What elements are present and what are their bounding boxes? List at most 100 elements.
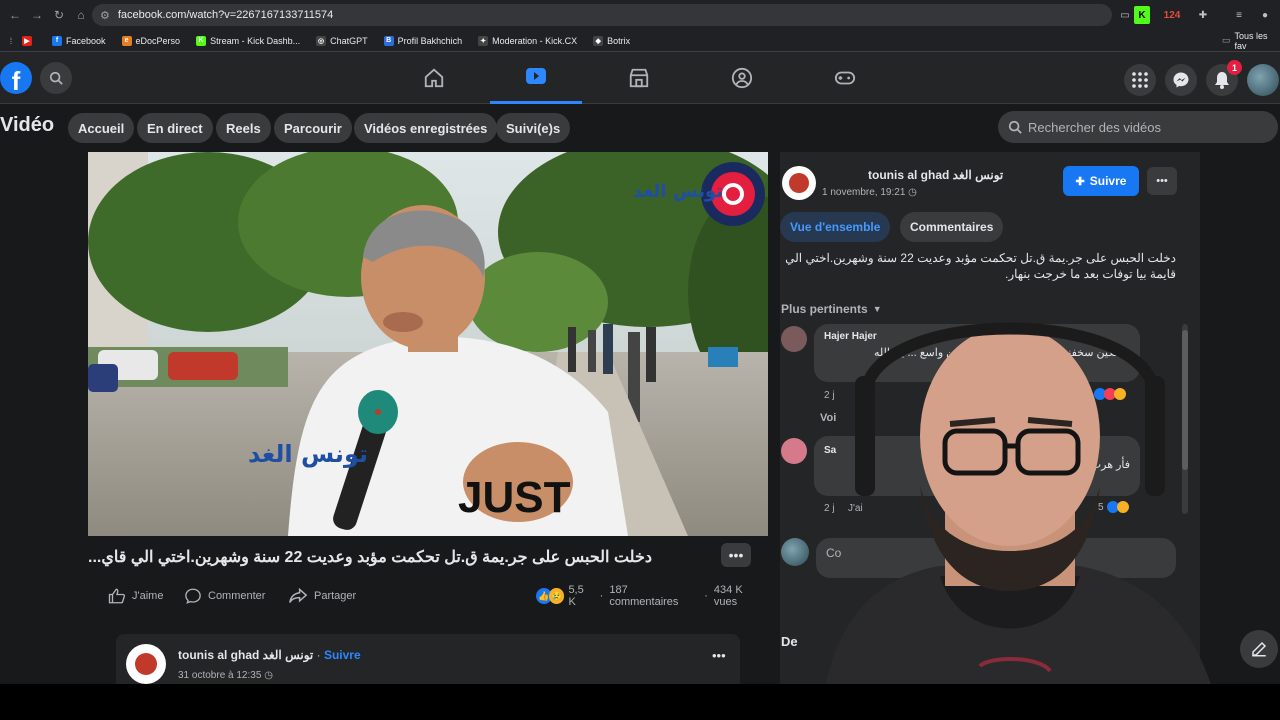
extensions-icon[interactable]: ✚ <box>1196 6 1210 24</box>
page-avatar[interactable] <box>782 166 816 200</box>
search-icon[interactable] <box>40 62 72 94</box>
messenger-icon[interactable] <box>1165 64 1197 96</box>
tab-accueil[interactable]: Accueil <box>68 113 135 143</box>
panel-date-line: 1 novembre, 19:21 ◷ <box>822 187 917 198</box>
bookmark-item[interactable]: e eDocPerso <box>121 35 180 46</box>
bookmark-item[interactable]: f Facebook <box>52 35 106 46</box>
facebook-logo[interactable]: f <box>0 62 32 94</box>
home-icon[interactable]: ⌂ <box>70 8 92 22</box>
shirt-text: JUST <box>458 473 571 522</box>
streamer-webcam-image <box>820 322 1220 720</box>
edit-icon <box>1252 641 1267 657</box>
bookmark-favicon-icon: K <box>196 35 207 46</box>
bookmark-item[interactable]: ◆ Botrix <box>593 35 631 46</box>
page-avatar[interactable] <box>126 644 166 684</box>
video-actions: J'aime Commenter Partager 👍 😢 5,5 K · 18… <box>88 584 768 608</box>
follow-button-label: Suivre <box>1089 174 1127 188</box>
tab-search-icon[interactable]: ≡ <box>1232 6 1246 24</box>
other-bookmarks[interactable]: ▭ Tous les fav <box>1222 31 1280 51</box>
bookmark-item[interactable]: K Stream - Kick Dashb... <box>196 35 301 46</box>
comment-button[interactable]: Commenter <box>184 584 265 608</box>
cast-icon[interactable]: ▭ <box>1118 6 1132 24</box>
comment-label: Commenter <box>208 590 266 602</box>
panel-more-button[interactable]: ••• <box>1147 167 1177 195</box>
video-search-placeholder: Rechercher des vidéos <box>1028 119 1161 135</box>
follow-link[interactable]: Suivre <box>324 648 361 662</box>
bookmark-favicon-icon: e <box>121 35 132 46</box>
sort-dropdown[interactable]: Plus pertinents ▼ <box>781 302 882 316</box>
other-bookmarks-label: Tous les fav <box>1234 30 1268 51</box>
video-player[interactable]: JUST تونس الغد تونس الغد <box>88 152 768 536</box>
video-watermark-text: تونس الغد <box>248 440 368 468</box>
sort-label: Plus pertinents <box>781 302 868 316</box>
forward-icon[interactable]: → <box>26 8 48 22</box>
bookmark-item[interactable]: B Profil Bakhchich <box>383 35 463 46</box>
menu-grid-icon[interactable] <box>1124 64 1156 96</box>
bookmark-item[interactable]: ◎ ChatGPT <box>316 35 368 46</box>
tab-reels[interactable]: Reels <box>216 113 271 143</box>
profile-chrome-icon[interactable]: ● <box>1258 6 1272 24</box>
groups-nav-icon[interactable] <box>696 52 788 104</box>
notifications-icon[interactable]: 1 <box>1206 60 1242 96</box>
panel-author[interactable]: tounis al ghad تونس الغد <box>868 168 1003 182</box>
video-frame: JUST تونس الغد تونس الغد <box>88 152 768 536</box>
bookmark-label: Profil Bakhchich <box>397 35 463 46</box>
separator-dot: · <box>599 590 604 602</box>
bookmark-favicon-icon: ◎ <box>316 35 327 46</box>
back-icon[interactable]: ← <box>4 8 26 22</box>
bookmark-item[interactable]: ✦ Moderation - Kick.CX <box>478 35 577 46</box>
reload-icon[interactable]: ↻ <box>48 8 70 22</box>
watch-nav-icon[interactable] <box>490 52 582 104</box>
tab-suivies[interactable]: Suivi(e)s <box>496 113 571 143</box>
follow-button[interactable]: ✚ Suivre <box>1063 166 1139 196</box>
tab-comments[interactable]: Commentaires <box>900 212 1004 242</box>
sad-reaction-icon: 😢 <box>548 588 565 604</box>
youtube-icon: ▶ <box>22 35 32 46</box>
chevron-down-icon: ▼ <box>872 304 882 314</box>
tab-parcourir[interactable]: Parcourir <box>274 113 352 143</box>
post-date[interactable]: 31 octobre à 12:35 <box>178 670 261 681</box>
bookmark-favicon-icon: ◆ <box>593 35 604 46</box>
screen-bottom-strip <box>0 684 1280 720</box>
separator-dot: · <box>704 590 708 602</box>
marketplace-nav-icon[interactable] <box>593 52 685 104</box>
globe-icon: ◷ <box>264 670 273 681</box>
panel-date[interactable]: 1 novembre, 19:21 <box>822 187 905 198</box>
comment-icon <box>185 588 201 604</box>
bookmark-label: Stream - Kick Dashb... <box>210 35 301 46</box>
bookmark-label: Botrix <box>607 35 631 46</box>
notification-count-badge: 1 <box>1227 60 1242 75</box>
address-bar[interactable]: ⚙ facebook.com/watch?v=2267167133711574 <box>92 4 1112 26</box>
tab-en-direct[interactable]: En direct <box>137 113 213 143</box>
post-author[interactable]: tounis al ghad تونس الغد <box>178 648 313 662</box>
tab-videos-enregistrees[interactable]: Vidéos enregistrées <box>354 113 498 143</box>
home-nav-icon[interactable] <box>388 52 480 104</box>
video-title: دخلت الحبس على جر.يمة ق.تل تحكمت مؤبد وع… <box>88 549 652 566</box>
comments-count[interactable]: 187 commentaires <box>609 584 698 608</box>
more-options-button[interactable]: ••• <box>721 543 751 567</box>
bookmark-label: Facebook <box>66 35 106 46</box>
like-button[interactable]: J'aime <box>108 584 163 608</box>
search-icon <box>1008 120 1022 134</box>
facebook-top-nav: f 1 <box>0 52 1280 104</box>
reactions-summary[interactable]: 👍 😢 5,5 K · 187 commentaires · 434 K vue… <box>536 584 768 608</box>
kick-extension-icon[interactable]: K <box>1134 6 1150 24</box>
bookmark-favicon-icon: f <box>52 35 62 46</box>
video-search-input[interactable]: Rechercher des vidéos <box>998 111 1278 143</box>
bookmark-youtube[interactable]: ▶ <box>22 35 36 46</box>
channel-logo-text: تونس الغد <box>633 181 723 202</box>
apps-icon[interactable]: ⁞ <box>0 36 22 46</box>
site-info-icon[interactable]: ⚙ <box>100 9 110 22</box>
post-date-line: 31 octobre à 12:35 ◷ <box>178 670 273 681</box>
new-message-button[interactable] <box>1240 630 1278 668</box>
separator-dot: · <box>316 648 324 662</box>
browser-toolbar: ← → ↻ ⌂ ⚙ facebook.com/watch?v=226716713… <box>0 0 1280 30</box>
post-options-icon[interactable]: ••• <box>712 648 726 663</box>
tab-overview[interactable]: Vue d'ensemble <box>780 212 891 242</box>
gaming-nav-icon[interactable] <box>799 52 891 104</box>
next-video-post: tounis al ghad تونس الغد · Suivre 31 oct… <box>116 634 740 684</box>
account-avatar[interactable] <box>1247 64 1279 96</box>
share-button[interactable]: Partager <box>288 584 356 608</box>
extension-counter[interactable]: 124 <box>1154 6 1190 24</box>
video-post: JUST تونس الغد تونس الغد دخلت الحبس على … <box>88 152 768 616</box>
